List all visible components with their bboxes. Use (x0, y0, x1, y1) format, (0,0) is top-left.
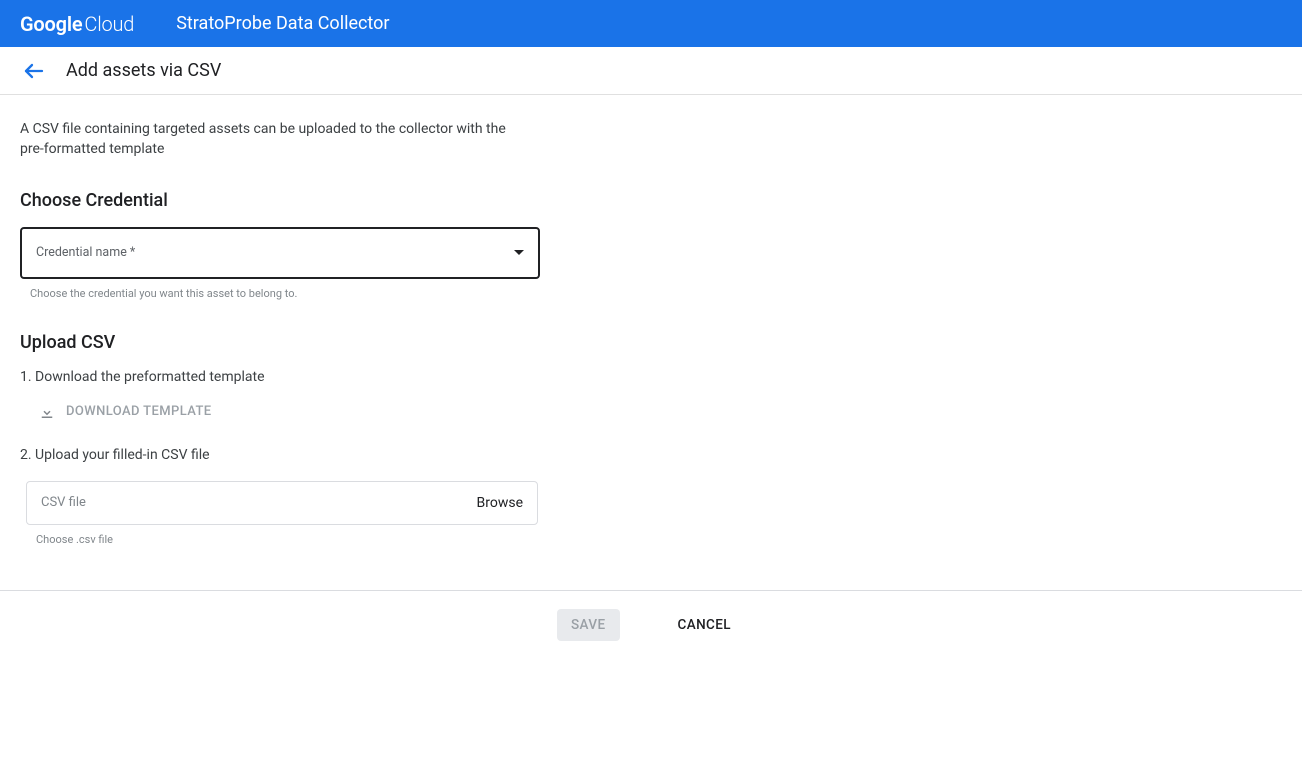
page-subheader: Add assets via CSV (0, 47, 1302, 95)
credential-helper: Choose the credential you want this asse… (30, 287, 540, 300)
cancel-button[interactable]: CANCEL (664, 609, 745, 641)
download-icon (38, 403, 56, 421)
logo-bold: Google (20, 12, 82, 36)
credential-select[interactable]: Credential name * (20, 227, 540, 279)
main-content: A CSV file containing targeted assets ca… (0, 95, 560, 546)
download-template-button[interactable]: DOWNLOAD TEMPLATE (38, 403, 212, 421)
download-template-label: DOWNLOAD TEMPLATE (66, 404, 212, 419)
browse-button[interactable]: Browse (477, 495, 523, 511)
upload-heading: Upload CSV (20, 332, 540, 353)
app-banner: Google Cloud StratoProbe Data Collector (0, 0, 1302, 47)
save-button: SAVE (557, 609, 620, 641)
csv-file-placeholder: CSV file (41, 495, 86, 510)
intro-text: A CSV file containing targeted assets ca… (20, 119, 510, 160)
page-title: Add assets via CSV (66, 60, 221, 81)
back-button[interactable] (22, 59, 46, 83)
upload-step-2: 2. Upload your filled-in CSV file (20, 447, 540, 463)
credential-select-label: Credential name * (36, 245, 135, 260)
credential-heading: Choose Credential (20, 190, 540, 211)
app-title: StratoProbe Data Collector (176, 13, 389, 34)
footer-bar: SAVE CANCEL (0, 590, 1302, 660)
csv-file-input[interactable]: CSV file Browse (26, 481, 538, 525)
caret-down-icon (514, 250, 524, 255)
logo-light: Cloud (84, 12, 134, 36)
arrow-left-icon (22, 59, 46, 83)
upload-step-1: 1. Download the preformatted template (20, 369, 540, 385)
csv-file-helper: Choose .csv file (36, 533, 540, 546)
